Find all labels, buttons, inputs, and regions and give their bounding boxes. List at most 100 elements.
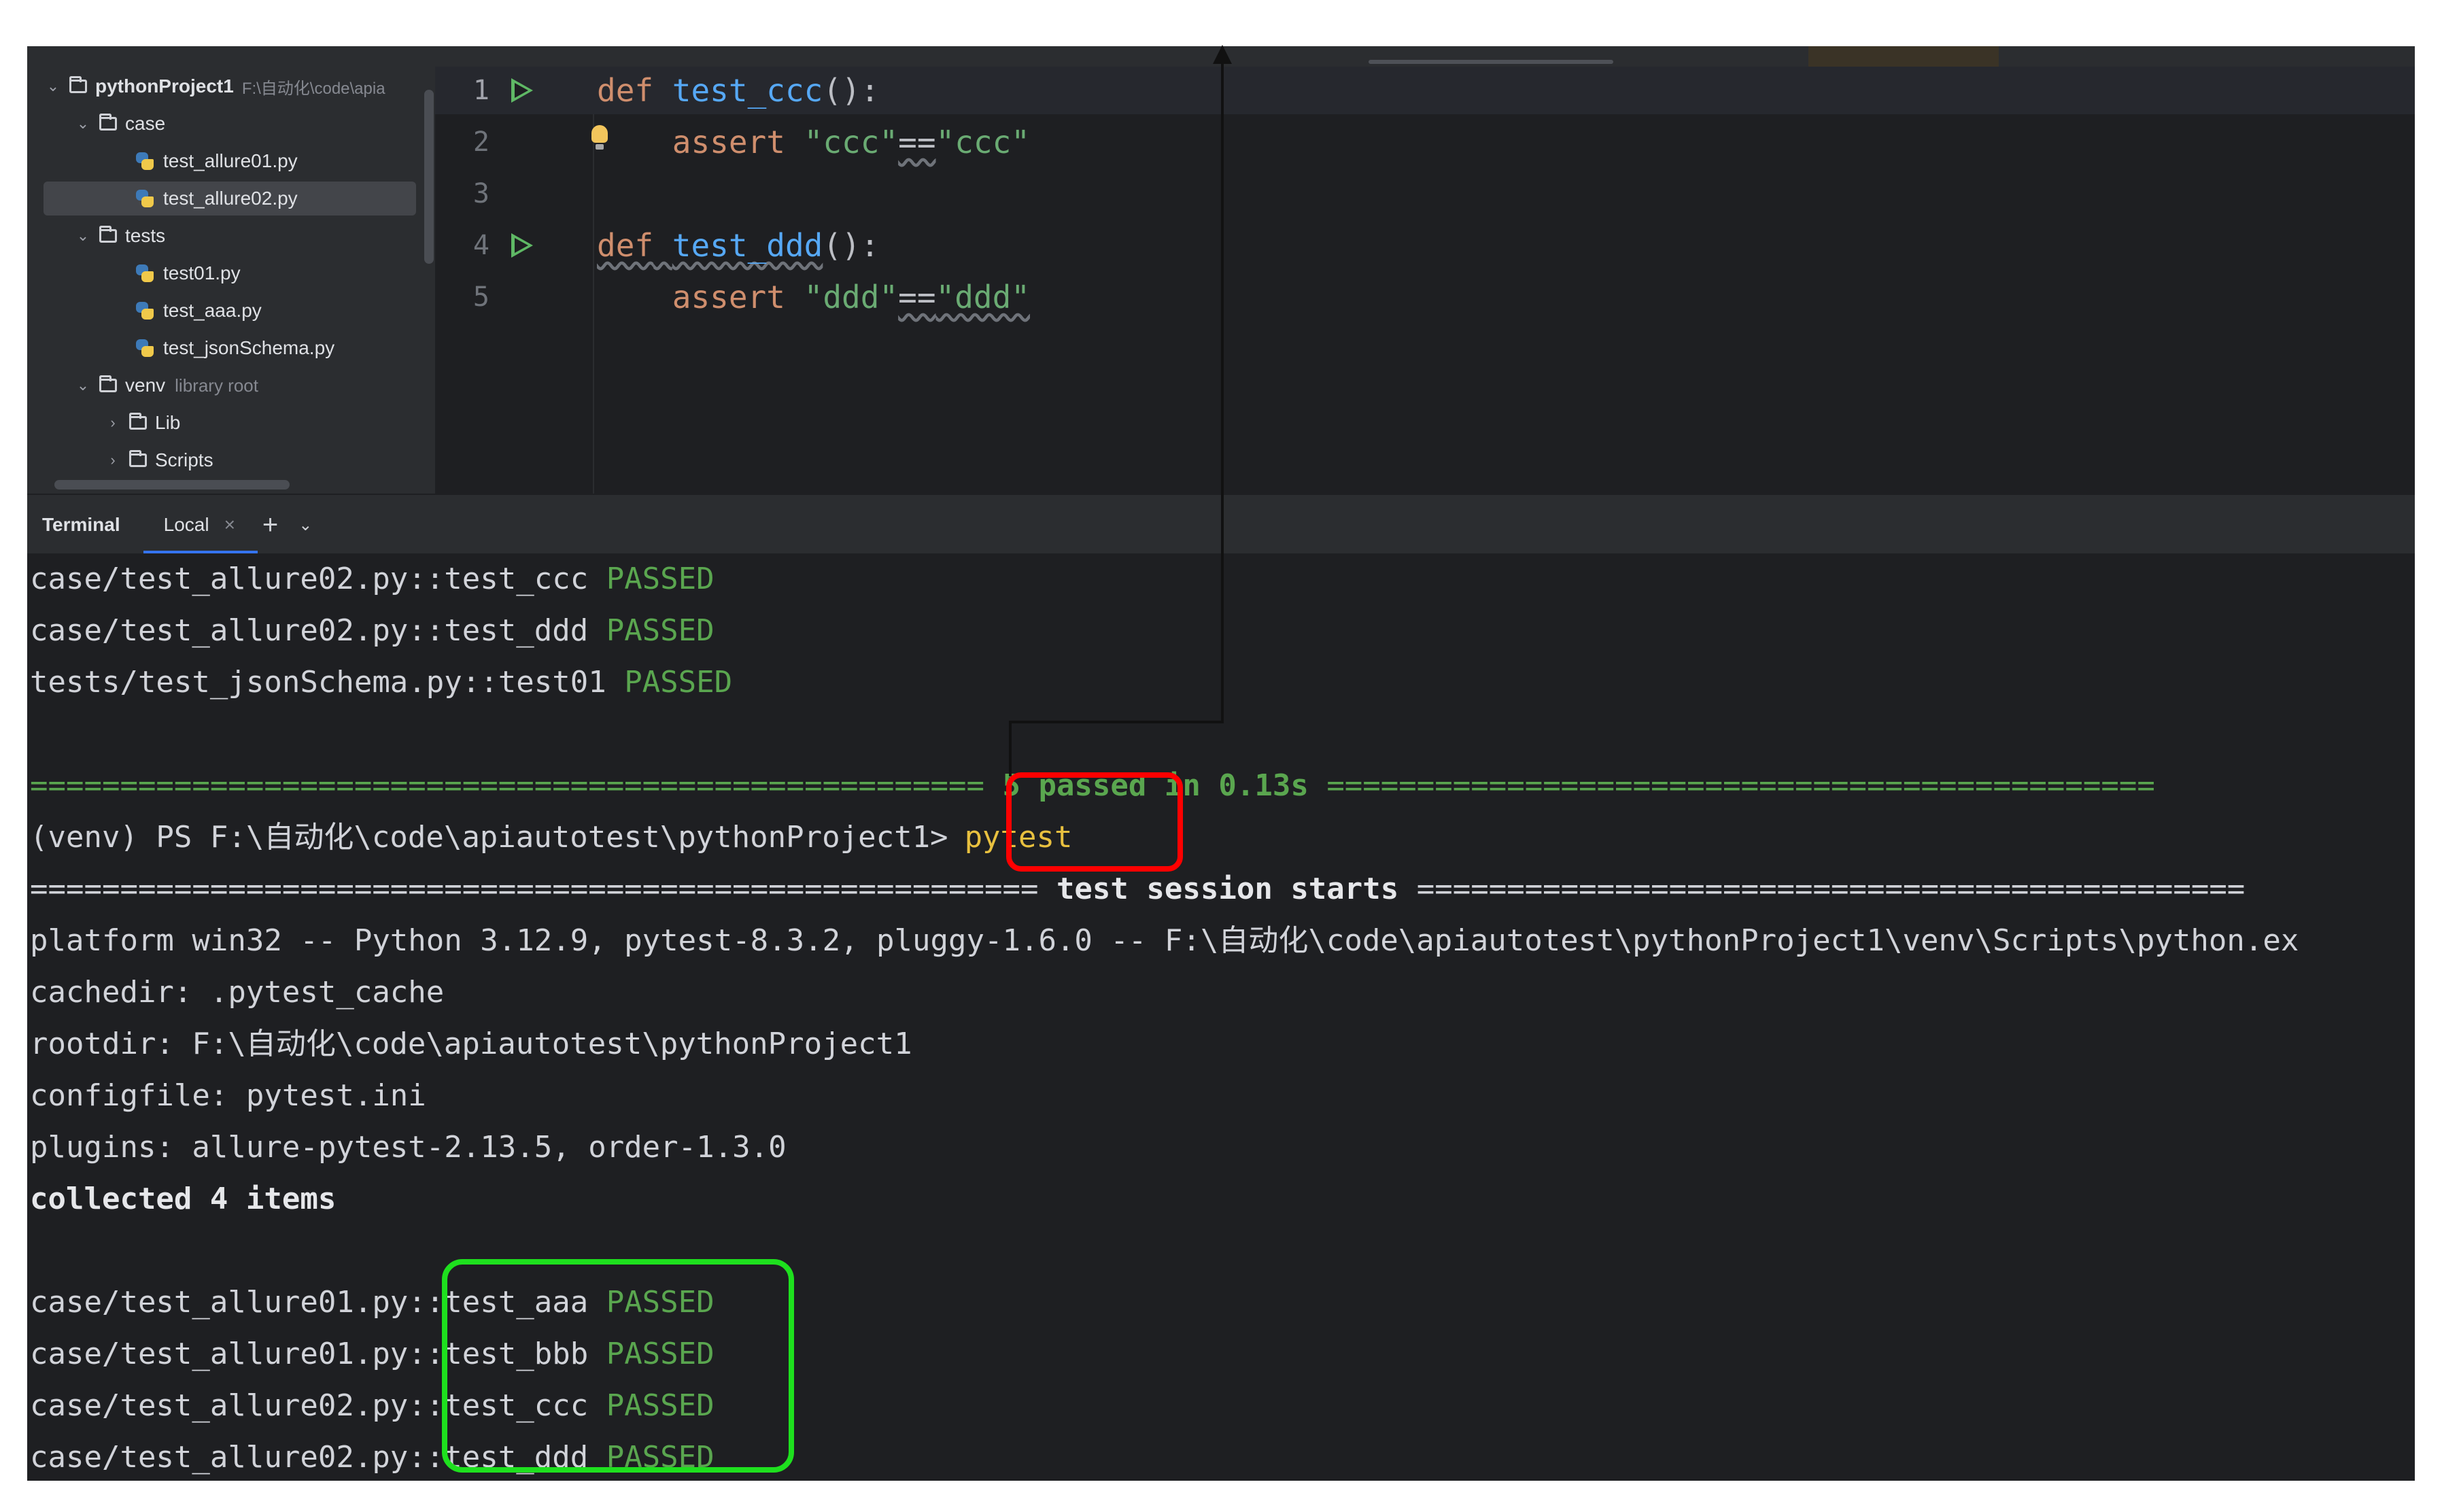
- line-number: 2: [472, 126, 489, 158]
- python-file-icon: [135, 188, 155, 209]
- library-root-note: library root: [175, 375, 258, 396]
- status-passed: PASSED: [606, 613, 715, 648]
- configfile-line: configfile: pytest.ini: [30, 1078, 426, 1113]
- chevron-down-icon[interactable]: ⌄: [75, 115, 91, 133]
- code-line-2[interactable]: 2 assert "ccc"=="ccc": [435, 118, 2415, 166]
- tree-item-project-root[interactable]: ⌄ pythonProject1 F:\自动化\code\apia: [27, 69, 415, 103]
- status-passed: PASSED: [606, 562, 715, 596]
- code-editor[interactable]: 1 def test_ccc(): 2 assert "ccc"=="ccc" …: [435, 67, 2415, 494]
- test-path: tests/test_jsonSchema.py::test01: [30, 665, 606, 700]
- folder-icon: [129, 450, 147, 467]
- folder-icon: [99, 114, 117, 131]
- code-line-5[interactable]: 5 assert "ddd"=="ddd": [435, 273, 2415, 321]
- keyword: def: [597, 72, 654, 109]
- folder-icon: [99, 226, 117, 243]
- code-text: assert "ddd"=="ddd": [597, 279, 1030, 315]
- line-number: 3: [472, 178, 489, 209]
- status-passed: PASSED: [624, 665, 733, 700]
- code-line-3[interactable]: 3: [435, 170, 2415, 218]
- terminal-line: case/test_allure02.py::test_ccc PASSED: [30, 553, 715, 605]
- platform-line: platform win32 -- Python 3.12.9, pytest-…: [30, 923, 2299, 958]
- tree-item-label: Lib: [155, 412, 181, 433]
- tab-local[interactable]: Local ×: [143, 495, 258, 555]
- chevron-down-icon[interactable]: ⌄: [75, 377, 91, 394]
- tree-item-label: test_allure02.py: [163, 188, 298, 209]
- run-icon[interactable]: [511, 78, 533, 103]
- green-highlight-box: [442, 1259, 794, 1473]
- separator: ========================================…: [30, 768, 984, 803]
- tree-horizontal-scrollbar[interactable]: [54, 480, 290, 489]
- annotation-arrow: [1009, 721, 1012, 776]
- function-name: test_ddd: [672, 227, 823, 264]
- string-literal: "ccc": [935, 124, 1031, 160]
- tree-item-test-aaa[interactable]: test_aaa.py: [27, 294, 415, 328]
- terminal-line: tests/test_jsonSchema.py::test01 PASSED: [30, 657, 732, 708]
- annotation-arrow: [1009, 721, 1224, 723]
- code-line-1[interactable]: 1 def test_ccc():: [435, 67, 2415, 114]
- chevron-right-icon[interactable]: ›: [105, 414, 121, 432]
- line-number: 5: [472, 281, 489, 313]
- red-highlight-box: [1006, 772, 1183, 872]
- line-number: 4: [472, 230, 489, 261]
- tree-item-label: test_aaa.py: [163, 300, 262, 321]
- test-path: case/test_allure02.py::test_ddd: [30, 613, 589, 648]
- code-punctuation: ():: [823, 72, 880, 109]
- chevron-down-icon[interactable]: ⌄: [298, 515, 312, 535]
- folder-icon: [69, 76, 87, 93]
- code-line-4[interactable]: 4 def test_ddd():: [435, 222, 2415, 269]
- rootdir-line: rootdir: F:\自动化\code\apiautotest\pythonP…: [30, 1027, 912, 1061]
- python-file-icon: [135, 338, 155, 358]
- separator: ========================================…: [30, 872, 1039, 906]
- operator: ==: [898, 124, 936, 160]
- python-file-icon: [135, 151, 155, 171]
- collected-line: collected 4 items: [30, 1182, 337, 1216]
- tree-vertical-scrollbar[interactable]: [424, 90, 434, 264]
- tree-item-label: Scripts: [155, 449, 213, 470]
- session-text: test session starts: [1038, 872, 1417, 906]
- test-path: case/test_allure02.py::test_ccc: [30, 562, 589, 596]
- chevron-down-icon[interactable]: ⌄: [75, 227, 91, 245]
- tree-item-lib[interactable]: › Lib: [27, 406, 415, 440]
- tree-item-label: venv: [125, 375, 166, 396]
- plus-icon[interactable]: +: [262, 510, 278, 540]
- folder-icon: [129, 413, 147, 430]
- code-text: def test_ddd():: [597, 227, 879, 264]
- keyword: assert: [672, 279, 785, 315]
- separator: ========================================…: [1416, 872, 2246, 906]
- prompt-line: (venv) PS F:\自动化\code\apiautotest\python…: [30, 812, 1073, 863]
- project-path: F:\自动化\code\apia: [241, 79, 385, 98]
- annotation-arrow: [1221, 57, 1224, 723]
- terminal-line: case/test_allure02.py::test_ddd PASSED: [30, 605, 715, 657]
- code-punctuation: ():: [823, 227, 880, 264]
- keyword: def: [597, 227, 654, 264]
- close-icon[interactable]: ×: [224, 514, 235, 536]
- function-name: test_ccc: [672, 72, 823, 109]
- tree-item-label: test01.py: [163, 262, 241, 284]
- code-text: assert "ccc"=="ccc": [597, 124, 1030, 160]
- python-file-icon: [135, 263, 155, 284]
- tree-item-label: case: [125, 113, 166, 134]
- run-icon[interactable]: [511, 233, 533, 258]
- tree-item-tests[interactable]: ⌄ tests: [27, 219, 415, 253]
- tab-label: Local: [163, 514, 209, 535]
- tree-item-test-jsonschema[interactable]: test_jsonSchema.py: [27, 331, 415, 365]
- folder-icon: [99, 375, 117, 392]
- operator: ==: [898, 279, 936, 315]
- separator: ========================================…: [1326, 768, 2155, 803]
- cachedir-line: cachedir: .pytest_cache: [30, 975, 445, 1010]
- tab-scroll-indicator[interactable]: [1369, 60, 1613, 64]
- string-literal: "ccc": [804, 124, 899, 160]
- chevron-right-icon[interactable]: ›: [105, 451, 121, 469]
- tree-item-test01[interactable]: test01.py: [27, 256, 415, 290]
- line-number: 1: [472, 75, 489, 106]
- tree-item-venv[interactable]: ⌄ venv library root: [27, 368, 415, 402]
- tree-item-case[interactable]: ⌄ case: [27, 107, 415, 141]
- chevron-down-icon[interactable]: ⌄: [45, 78, 61, 95]
- plugins-line: plugins: allure-pytest-2.13.5, order-1.3…: [30, 1130, 787, 1165]
- python-file-icon: [135, 300, 155, 321]
- project-tree: ⌄ pythonProject1 F:\自动化\code\apia ⌄ case…: [27, 67, 435, 494]
- tree-item-label: test_jsonSchema.py: [163, 337, 335, 358]
- tree-item-test-allure01[interactable]: test_allure01.py: [27, 144, 415, 178]
- tree-item-test-allure02[interactable]: test_allure02.py: [44, 182, 416, 216]
- tree-item-scripts[interactable]: › Scripts: [27, 443, 415, 477]
